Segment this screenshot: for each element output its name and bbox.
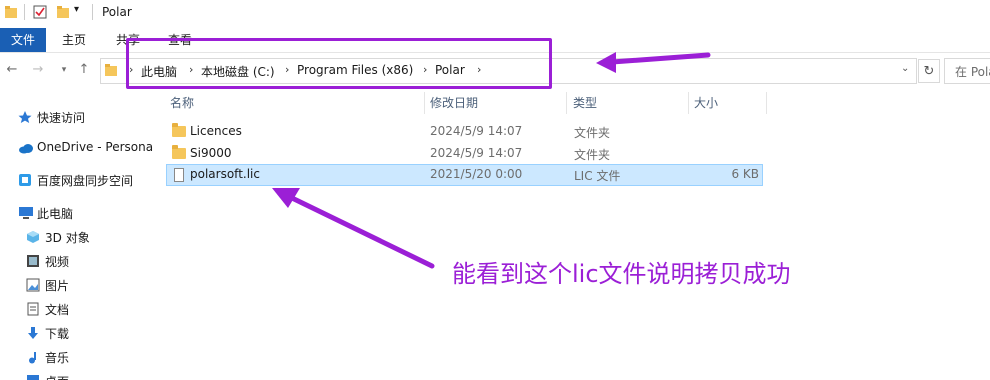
arrow-to-address-bar (596, 52, 711, 73)
annotation-arrows (272, 52, 711, 269)
arrow-to-lic-file (272, 188, 435, 269)
annotation-text: 能看到这个lic文件说明拷贝成功 (452, 260, 791, 288)
